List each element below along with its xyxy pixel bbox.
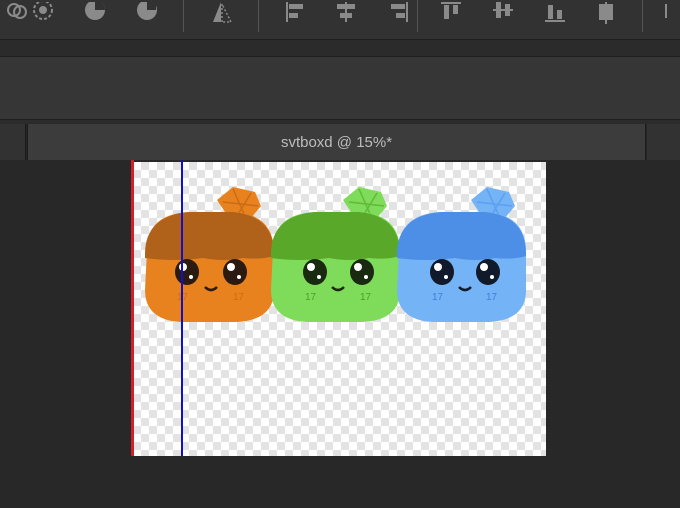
tab-bar-right-panel xyxy=(647,124,680,160)
align-top-icon[interactable] xyxy=(436,0,466,26)
document-tab-title: svtboxd @ 15%* xyxy=(280,133,393,151)
document-tab[interactable]: svtboxd @ 15%* xyxy=(27,124,646,160)
document-tab-bar: svtboxd @ 15%* xyxy=(0,124,680,160)
shape-combine-icon[interactable] xyxy=(132,0,162,26)
toolbar-divider xyxy=(183,0,184,32)
cap-shape xyxy=(397,212,527,260)
align-bottom-icon[interactable] xyxy=(540,0,570,26)
align-left-icon[interactable] xyxy=(280,0,310,26)
align-right-icon[interactable] xyxy=(384,0,414,26)
cheek-mark: 17 xyxy=(305,292,317,303)
document-canvas[interactable]: 17 17 17 17 17 xyxy=(133,162,546,456)
guide-line-red[interactable] xyxy=(131,160,134,456)
toolbar-divider xyxy=(417,0,418,32)
distribute-icon[interactable] xyxy=(591,0,621,26)
toolbar-divider xyxy=(642,0,643,32)
toolbar-divider xyxy=(258,0,259,32)
character-green: 17 17 xyxy=(271,187,401,322)
character-blue: 17 17 xyxy=(397,187,527,322)
cheek-mark: 17 xyxy=(486,292,498,303)
cap-shape xyxy=(145,212,275,260)
artwork: 17 17 17 17 17 xyxy=(145,187,527,322)
top-toolbar xyxy=(0,0,680,40)
tab-bar-left-panel xyxy=(0,124,26,160)
app-window: svtboxd @ 15%* 17 17 17 17 17 xyxy=(0,0,680,508)
align-vertical-center-icon[interactable] xyxy=(488,0,518,26)
character-orange: 17 17 xyxy=(145,187,275,322)
cheek-mark: 17 xyxy=(233,292,245,303)
options-bar xyxy=(0,56,680,120)
more-options-icon[interactable] xyxy=(660,0,680,26)
shape-subtract-icon[interactable] xyxy=(80,0,110,26)
cap-shape xyxy=(271,212,401,260)
align-horizontal-center-icon[interactable] xyxy=(331,0,361,26)
cheek-mark: 17 xyxy=(432,292,444,303)
guide-line-blue[interactable] xyxy=(181,160,183,456)
shape-exclude-icon[interactable] xyxy=(28,0,58,26)
cheek-mark: 17 xyxy=(360,292,372,303)
transform-warp-icon[interactable] xyxy=(206,0,236,26)
